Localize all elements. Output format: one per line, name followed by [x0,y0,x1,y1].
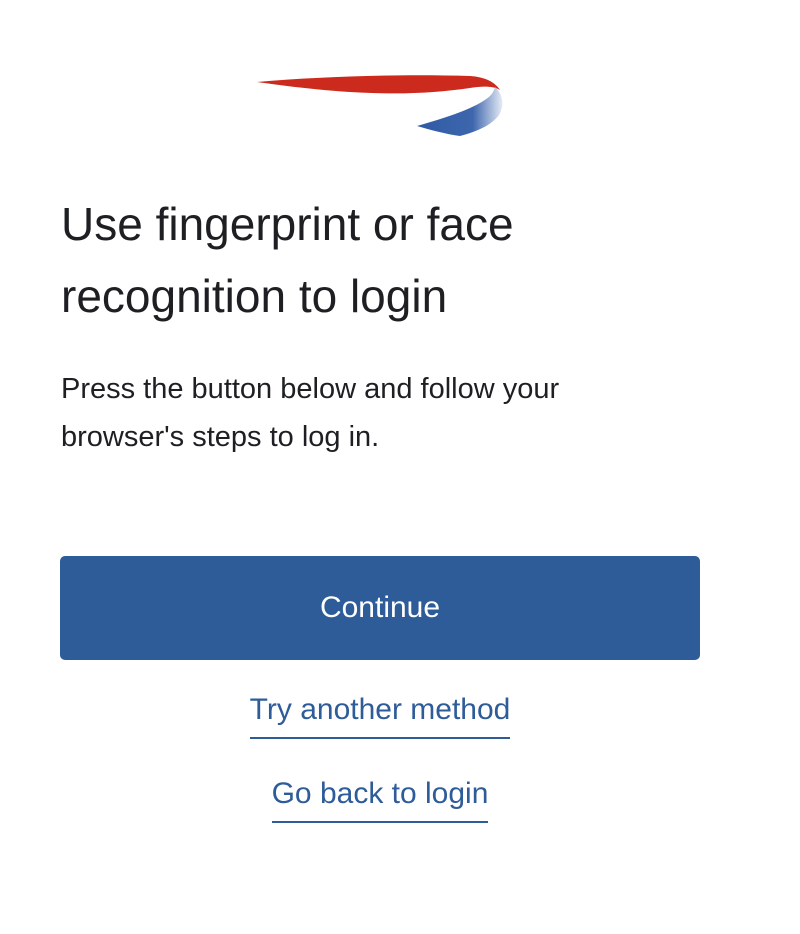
go-back-to-login-link[interactable]: Go back to login [271,774,489,823]
instruction-text: Press the button below and follow your b… [61,373,560,453]
page-title: Use fingerprint or face recognition to l… [61,198,514,322]
try-another-method-container: Try another method [60,690,700,739]
brand-logo-icon [255,72,505,142]
continue-button[interactable]: Continue [60,556,700,660]
try-another-method-link[interactable]: Try another method [249,690,511,739]
go-back-container: Go back to login [60,774,700,823]
